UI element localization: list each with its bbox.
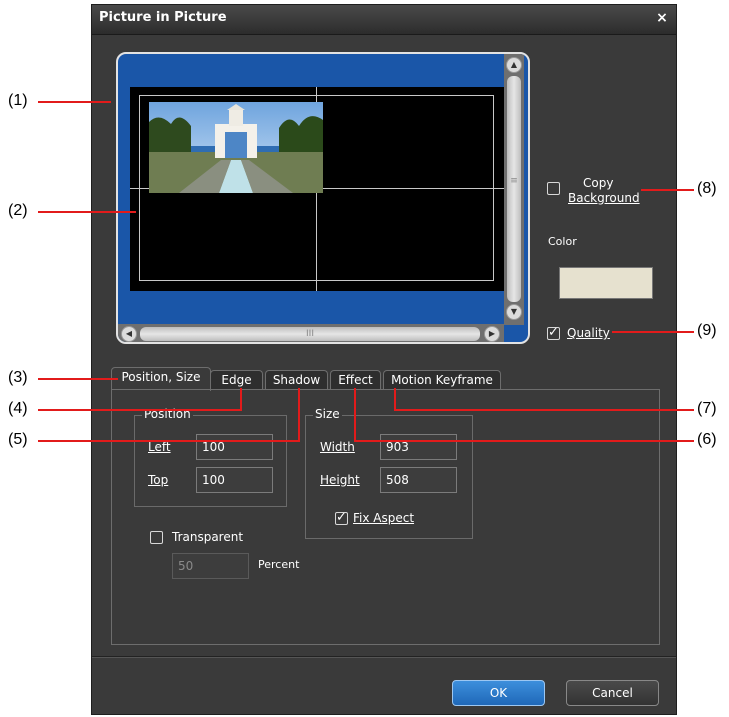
height-label: Height	[320, 473, 360, 487]
title-bar[interactable]: Picture in Picture ×	[92, 5, 676, 35]
callout-3: (3)	[8, 369, 28, 386]
copy-background-label-line1: Copy	[583, 176, 614, 190]
callout-line-7-v	[394, 388, 396, 410]
quality-label: Quality	[567, 326, 610, 340]
scroll-down-button[interactable]: ▼	[506, 304, 522, 320]
button-separator	[92, 656, 676, 658]
pip-dialog: Picture in Picture × ▲ ≡ ▼ ◀ III ▶ Copy …	[91, 4, 677, 715]
preview-horizontal-scrollbar[interactable]: ◀ III ▶	[118, 324, 504, 342]
callout-line-8	[641, 189, 694, 191]
callout-line-5	[38, 440, 300, 442]
horizontal-scroll-thumb[interactable]: III	[140, 327, 480, 341]
tab-edge[interactable]: Edge	[210, 370, 263, 390]
quality-checkbox[interactable]	[547, 325, 560, 340]
close-icon[interactable]: ×	[653, 8, 671, 28]
horizontal-grip-icon: III	[306, 329, 314, 339]
copy-background-checkbox[interactable]	[547, 182, 560, 195]
tab-motion-keyframe[interactable]: Motion Keyframe	[383, 370, 501, 390]
copy-background-label-line2: Background	[568, 191, 640, 205]
vertical-scroll-thumb[interactable]: ≡	[507, 76, 521, 302]
transparent-label: Transparent	[172, 530, 244, 544]
scroll-up-button[interactable]: ▲	[506, 57, 522, 73]
transparent-checkbox[interactable]	[150, 531, 163, 544]
fix-aspect-label: Fix Aspect	[353, 511, 415, 525]
size-group-label: Size	[313, 407, 342, 421]
callout-line-9	[612, 331, 694, 333]
callout-line-5-v	[298, 388, 300, 441]
callout-6: (6)	[697, 431, 717, 448]
cancel-button[interactable]: Cancel	[566, 680, 659, 706]
ok-button[interactable]: OK	[452, 680, 545, 706]
callout-line-6	[354, 440, 694, 442]
transparent-percent-input[interactable]: 50	[172, 553, 249, 579]
preview-area: ▲ ≡ ▼ ◀ III ▶	[116, 52, 530, 344]
tab-position-size[interactable]: Position, Size	[111, 367, 211, 391]
callout-line-1	[38, 101, 111, 103]
preview-vertical-scrollbar[interactable]: ▲ ≡ ▼	[504, 54, 524, 325]
callout-7: (7)	[697, 400, 717, 417]
color-swatch-button[interactable]	[559, 267, 653, 299]
left-label: Left	[148, 440, 171, 454]
callout-5: (5)	[8, 431, 28, 448]
left-input[interactable]: 100	[196, 434, 273, 460]
width-label: Width	[320, 440, 355, 454]
callout-line-2	[38, 211, 136, 213]
preview-monitor[interactable]	[130, 87, 504, 291]
callout-4: (4)	[8, 400, 28, 417]
callout-9: (9)	[697, 322, 717, 339]
percent-label: Percent	[258, 558, 300, 571]
color-label: Color	[548, 235, 577, 248]
scroll-left-button[interactable]: ◀	[121, 326, 137, 342]
dialog-title: Picture in Picture	[99, 10, 227, 25]
vertical-grip-icon: ≡	[510, 176, 518, 186]
callout-8: (8)	[697, 180, 717, 197]
callout-line-4-v	[240, 388, 242, 410]
callout-line-4	[38, 409, 242, 411]
callout-line-7	[394, 409, 694, 411]
pip-clip-image[interactable]	[149, 102, 323, 193]
fix-aspect-checkbox[interactable]	[335, 510, 348, 525]
callout-line-6-v	[354, 388, 356, 441]
top-label: Top	[148, 473, 169, 487]
width-input[interactable]: 903	[380, 434, 457, 460]
scroll-right-button[interactable]: ▶	[484, 326, 500, 342]
callout-line-3	[38, 378, 118, 380]
tab-shadow[interactable]: Shadow	[265, 370, 328, 390]
height-input[interactable]: 508	[380, 467, 457, 493]
top-input[interactable]: 100	[196, 467, 273, 493]
tab-effect[interactable]: Effect	[330, 370, 381, 390]
callout-2: (2)	[8, 202, 28, 219]
position-group	[134, 415, 287, 507]
callout-1: (1)	[8, 92, 28, 109]
